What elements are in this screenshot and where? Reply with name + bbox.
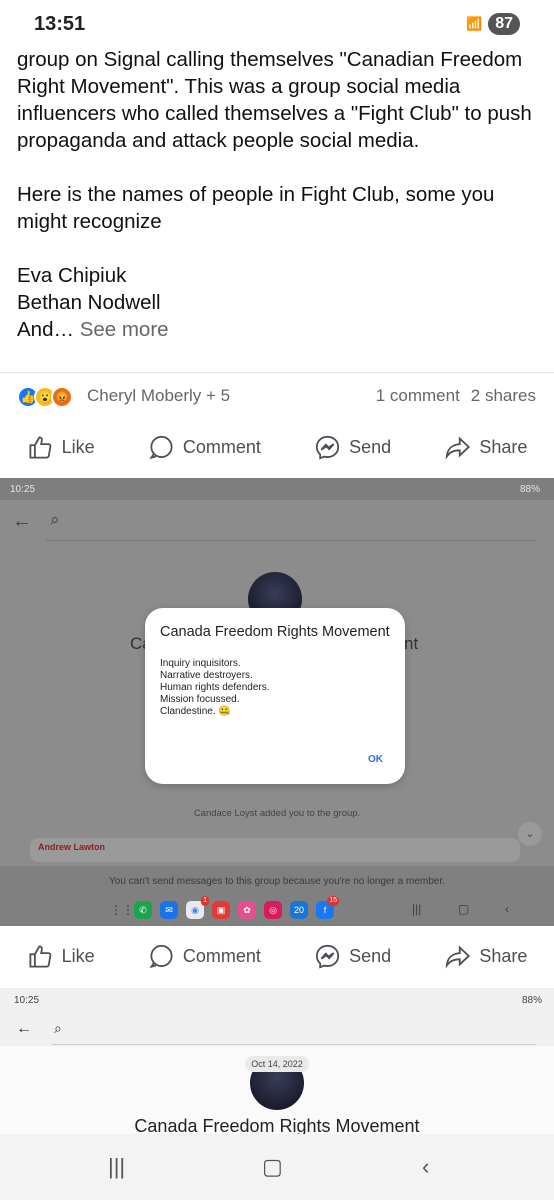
post-paragraph: Here is the names of people in Fight Clu… (17, 183, 501, 233)
share-button[interactable]: Share (444, 943, 527, 970)
group-title-fragment: nt (404, 634, 419, 653)
like-button[interactable]: Like (27, 434, 95, 461)
group-info-dialog: Canada Freedom Rights Movement Inquiry i… (145, 608, 405, 784)
share-arrow-icon (445, 944, 471, 969)
embedded-nav: ← ⌕ (0, 500, 554, 550)
back-arrow-icon: ← (16, 1020, 32, 1037)
cannot-send-text: You can't send messages to this group be… (109, 876, 445, 887)
app-dock: ⋮⋮ ✆ ✉ ◉ 1 ▣ ✿ ◎ 20 f 15 (110, 896, 339, 919)
comment-icon (149, 435, 173, 459)
embedded-status-bar: 10:25 88% (0, 988, 554, 1012)
date-chip: Oct 14, 2022 (245, 1056, 309, 1072)
like-label: Like (61, 436, 95, 457)
like-button[interactable]: Like (27, 943, 95, 970)
dialog-line: Mission focussed. (160, 694, 240, 705)
search-icon: ⌕ (54, 1020, 62, 1036)
apps-grid-icon: ⋮⋮ (110, 903, 134, 917)
search-icon: ⌕ (50, 510, 60, 529)
home-button[interactable]: ▢ (262, 1154, 283, 1180)
notes-app-icon: ▣ (212, 901, 230, 919)
status-icons: 📶 87 (466, 13, 520, 35)
comment-icon (149, 944, 173, 968)
send-button[interactable]: Send (314, 943, 391, 970)
send-label: Send (349, 945, 392, 966)
reactions-bar: 👍 😮 😡 Cheryl Moberly + 5 1 comment 2 sha… (0, 372, 554, 418)
system-nav-bar: ||| ▢ ‹ (0, 1134, 554, 1200)
embedded-battery: 88% (519, 484, 540, 495)
added-notice: Candace Loyst added you to the group. (193, 808, 361, 819)
message-bubble: Andrew Lawton (30, 838, 520, 862)
calendar-app-icon: 20 (290, 901, 308, 919)
post-actions: Like Comment Send Share (0, 419, 554, 475)
image-actions: Like Comment Send Share (0, 928, 554, 984)
battery-badge: 87 (488, 13, 520, 35)
recents-button[interactable]: ||| (108, 1154, 125, 1180)
dialog-line: Inquiry inquisitors. (160, 658, 241, 669)
embedded-time: 10:25 (14, 995, 40, 1006)
comment-count[interactable]: 1 comment (376, 386, 460, 406)
flower-app-icon: ✿ (238, 901, 256, 919)
thumbs-up-icon (29, 435, 51, 459)
back-button[interactable]: ‹ (422, 1154, 429, 1180)
messenger-icon (315, 435, 340, 460)
dialog-line: Narrative destroyers. (160, 670, 253, 681)
status-bar: 13:51 📶 87 (0, 0, 554, 50)
reactors-text[interactable]: Cheryl Moberly + 5 (87, 386, 230, 406)
share-arrow-icon (445, 435, 471, 460)
share-label: Share (479, 436, 528, 457)
dialog-body: Inquiry inquisitors. Narrative destroyer… (160, 658, 270, 718)
comment-label: Comment (182, 945, 261, 966)
phone-app-icon: ✆ (134, 901, 152, 919)
facebook-app-icon: f 15 (316, 896, 339, 919)
no-longer-member-bar: You can't send messages to this group be… (0, 866, 554, 926)
status-time: 13:51 (34, 13, 86, 35)
camera-app-icon: ◎ (264, 901, 282, 919)
share-label: Share (479, 945, 528, 966)
share-count[interactable]: 2 shares (471, 386, 536, 406)
home-icon: ▢ (458, 902, 470, 916)
embedded-nav: ← ⌕ (0, 1012, 554, 1046)
post-text: group on Signal calling themselves "Cana… (17, 46, 537, 343)
dialog-line: Clandestine. 🤐 (160, 706, 231, 717)
back-arrow-icon: ← (12, 510, 32, 532)
reaction-icons[interactable]: 👍 😮 😡 (17, 386, 73, 408)
chevron-down-icon: ⌄ (518, 822, 542, 846)
share-button[interactable]: Share (444, 434, 527, 461)
comment-button[interactable]: Comment (148, 434, 261, 461)
embedded-time: 10:25 (10, 484, 36, 495)
recents-icon: ||| (412, 902, 422, 916)
dialog-ok-button[interactable]: OK (368, 754, 383, 765)
thumbs-up-icon (29, 944, 51, 968)
chrome-badge: 1 (201, 896, 209, 906)
wifi-icon: 📶 (466, 16, 483, 31)
messages-app-icon: ✉ (160, 901, 178, 919)
see-more-link[interactable]: See more (80, 318, 169, 341)
comment-label: Comment (182, 436, 261, 457)
message-sender: Andrew Lawton (38, 842, 105, 852)
messenger-icon (315, 944, 340, 969)
embedded-status-bar: 10:25 88% (0, 478, 554, 500)
attached-screenshot-1[interactable]: 10:25 88% ← ⌕ Ca nt Canada Freedom Right… (0, 478, 554, 926)
send-label: Send (349, 436, 392, 457)
dialog-line: Human rights defenders. (160, 682, 270, 693)
send-button[interactable]: Send (314, 434, 391, 461)
chrome-app-icon: ◉ 1 (186, 896, 209, 919)
like-label: Like (61, 945, 95, 966)
post-paragraph: group on Signal calling themselves "Cana… (17, 48, 538, 152)
comment-button[interactable]: Comment (148, 943, 261, 970)
back-nav-icon: ‹ (505, 902, 509, 916)
dialog-title: Canada Freedom Rights Movement (160, 624, 390, 640)
embedded-battery: 88% (521, 995, 542, 1006)
angry-reaction-icon: 😡 (51, 386, 73, 408)
facebook-badge: 15 (327, 896, 339, 906)
